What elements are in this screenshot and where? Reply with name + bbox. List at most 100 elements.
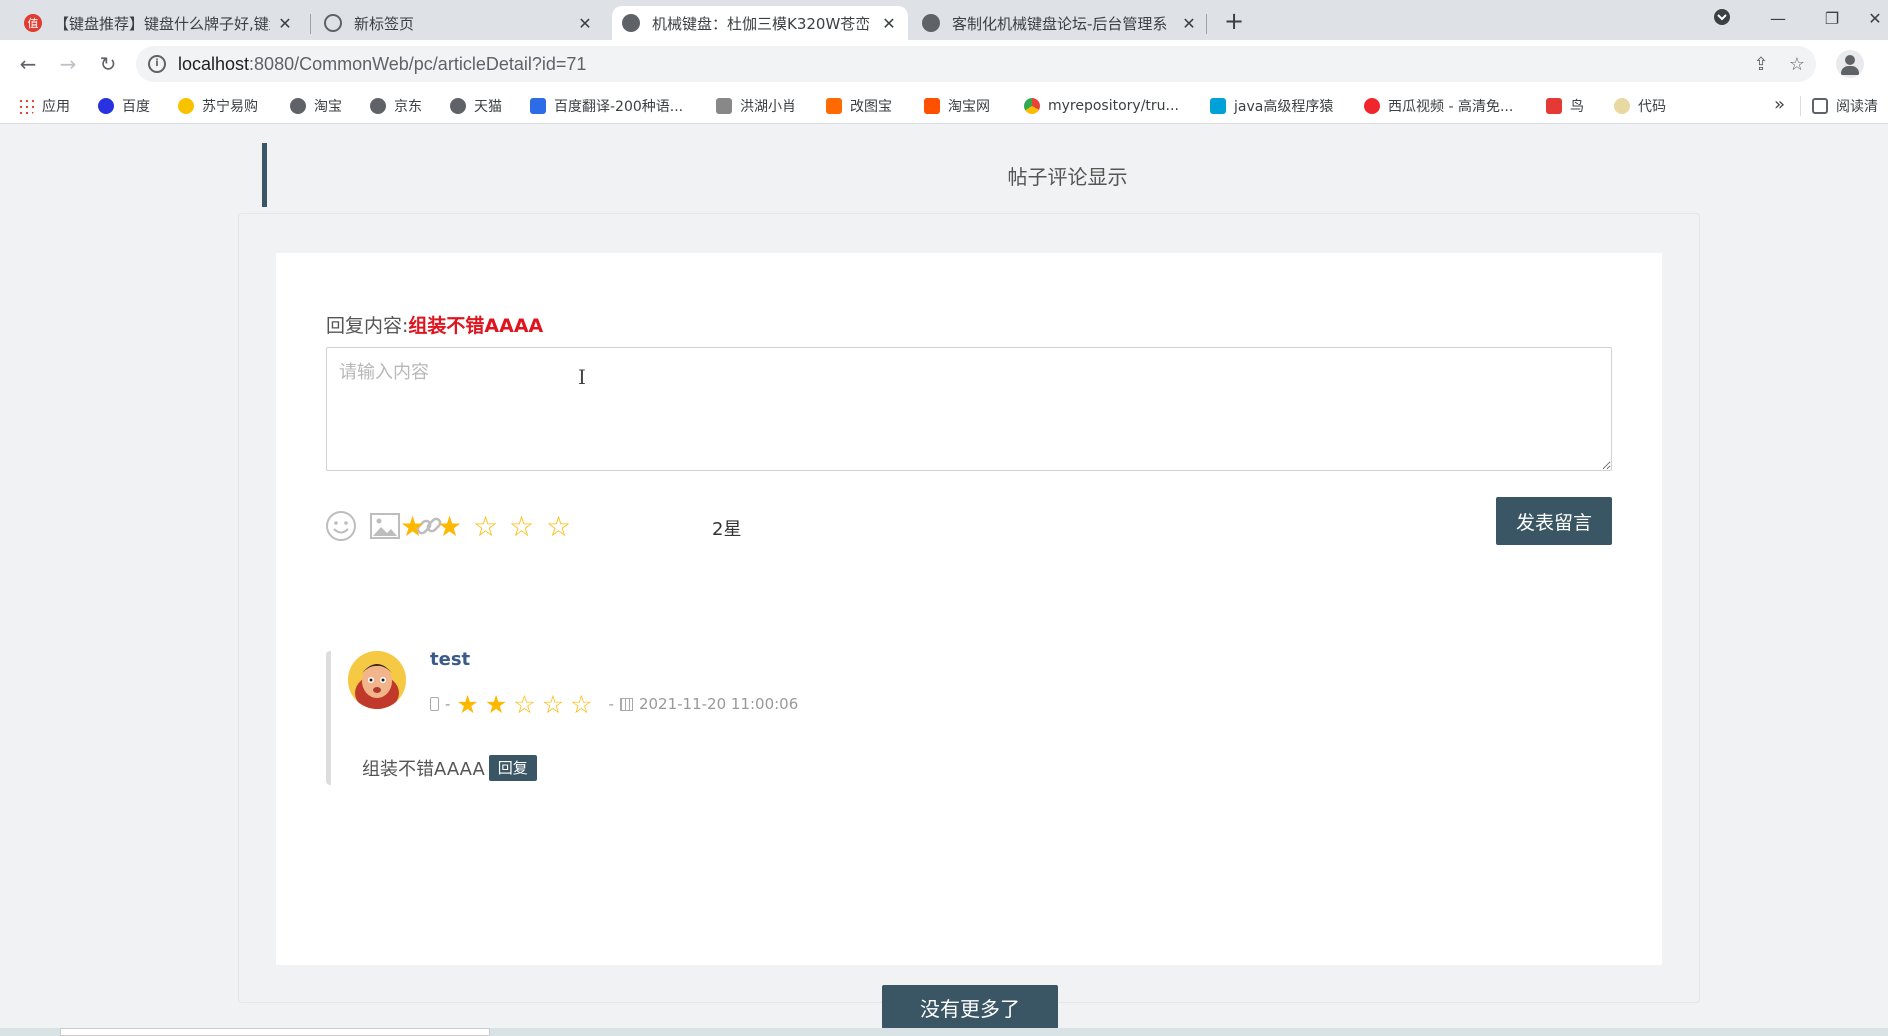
browser-tab[interactable]: 值 【键盘推荐】键盘什么牌子好,键盘 ✕ (14, 6, 304, 40)
bookmark-gaitubao[interactable]: 改图宝 (826, 96, 892, 116)
more-bookmarks-icon[interactable]: » (1774, 94, 1785, 115)
close-tab-icon[interactable]: ✕ (880, 14, 898, 33)
bookmark-tmall[interactable]: 天猫 (450, 96, 502, 116)
bookmark-code[interactable]: 代码 (1614, 96, 1666, 116)
tab-search-icon[interactable] (1702, 6, 1742, 36)
code-icon (1614, 98, 1630, 114)
url-path: :8080/CommonWeb/pc/articleDetail?id=71 (249, 54, 587, 74)
bookmark-taobao[interactable]: 淘宝 (290, 96, 342, 116)
comment-star-empty: ☆ (541, 689, 565, 719)
bird-icon (1546, 98, 1562, 114)
bookmark-label: java高级程序猿 (1234, 99, 1334, 115)
close-window-icon[interactable]: ✕ (1862, 4, 1888, 34)
profile-avatar-icon[interactable] (1836, 50, 1864, 78)
bookmarks-bar: 应用 百度 苏宁易购 淘宝 京东 天猫 百度翻译-200种语... 洪湖小肖 改… (0, 88, 1888, 124)
browser-toolbar: ← → ↻ i localhost:8080/CommonWeb/pc/arti… (0, 40, 1888, 88)
url-host: localhost (178, 54, 250, 74)
close-tab-icon[interactable]: ✕ (576, 14, 594, 33)
site-info-icon[interactable]: i (148, 55, 166, 73)
comment-text: 组装不错AAAA (362, 759, 485, 780)
user-avatar[interactable] (348, 651, 406, 709)
comment-star-empty: ☆ (513, 689, 536, 719)
bookmark-label: 百度翻译-200种语... (554, 99, 684, 115)
close-tab-icon[interactable]: ✕ (1180, 14, 1198, 33)
suning-icon (178, 98, 194, 114)
rating-star-filled[interactable]: ★ (437, 513, 462, 541)
comment-input[interactable] (326, 347, 1612, 471)
bookmark-label: 淘宝 (314, 99, 342, 115)
xigua-icon (1364, 98, 1380, 114)
comment-meta: - ★ ★ ☆ ☆ ☆ - 2021-11-20 11:00:06 (430, 689, 798, 719)
chrome-icon (1024, 98, 1040, 114)
bird-icon (716, 98, 732, 114)
bookmark-baidu-translate[interactable]: 百度翻译-200种语... (530, 96, 683, 116)
comment-star-filled: ★ (456, 689, 479, 719)
bookmark-label: myrepository/tru... (1048, 98, 1179, 114)
image-icon[interactable] (368, 509, 402, 543)
chrome-favicon-icon (324, 14, 342, 32)
share-icon[interactable]: ⇪ (1750, 54, 1772, 76)
tab-title: 新标签页 (354, 14, 415, 33)
comment-star-filled: ★ (484, 689, 508, 719)
url-text[interactable]: localhost:8080/CommonWeb/pc/articleDetai… (178, 54, 586, 75)
comment-body: 组装不错AAAA 回复 (362, 755, 537, 781)
back-icon[interactable]: ← (14, 50, 42, 78)
bookmark-label: 应用 (42, 99, 70, 115)
rating-star-filled[interactable]: ★ (400, 513, 425, 541)
browser-tab[interactable]: 客制化机械键盘论坛-后台管理系 ✕ (912, 6, 1208, 40)
tab-divider (310, 14, 311, 34)
bookmark-honghu[interactable]: 洪湖小肖 (716, 96, 796, 116)
browser-tab[interactable]: 新标签页 ✕ (314, 6, 604, 40)
bookmark-baidu[interactable]: 百度 (98, 96, 150, 116)
globe-icon (622, 14, 640, 32)
close-tab-icon[interactable]: ✕ (276, 14, 294, 33)
comment-time: 2021-11-20 11:00:06 (638, 695, 799, 713)
bookmark-myrepository[interactable]: myrepository/tru... (1024, 96, 1179, 116)
meta-dash: - (445, 695, 451, 713)
bookmark-label: 洪湖小肖 (740, 99, 796, 115)
bookmark-star-icon[interactable]: ☆ (1786, 54, 1808, 76)
comment-star-empty: ☆ (570, 689, 593, 719)
smzdm-favicon-icon: 值 (24, 14, 42, 32)
minimize-icon[interactable]: — (1758, 4, 1798, 34)
bookmark-jd[interactable]: 京东 (370, 96, 422, 116)
emoji-icon[interactable] (324, 509, 358, 543)
bookmark-java[interactable]: java高级程序猿 (1210, 96, 1333, 116)
device-icon (430, 697, 439, 711)
reply-target-text: 组装不错AAAA (408, 315, 544, 337)
bookmark-xigua[interactable]: 西瓜视频 - 高清免... (1364, 96, 1513, 116)
bookmark-label: 淘宝网 (948, 99, 990, 115)
comment-username[interactable]: test (430, 649, 470, 670)
tab-divider (1206, 14, 1207, 34)
apps-grid-icon (18, 98, 34, 114)
rating-star-empty[interactable]: ☆ (473, 513, 498, 541)
post-comment-button[interactable]: 发表留言 (1496, 497, 1612, 545)
bookmark-label: 鸟 (1570, 99, 1584, 115)
restore-icon[interactable]: ❐ (1812, 4, 1852, 34)
no-more-button[interactable]: 没有更多了 (882, 985, 1058, 1029)
comment-card: 回复内容:组装不错AAAA I ★ ★ ☆ ☆ ☆ 2星 发表留言 (276, 253, 1662, 1029)
forward-icon[interactable]: → (54, 50, 82, 78)
browser-tab-active[interactable]: 机械键盘：杜伽三模K320W苍峦 ✕ (612, 6, 908, 40)
translate-icon (530, 98, 546, 114)
bookmark-suning[interactable]: 苏宁易购 (178, 96, 258, 116)
gaitubao-icon (826, 98, 842, 114)
reply-button[interactable]: 回复 (488, 755, 537, 781)
bilibili-icon (1210, 98, 1226, 114)
meta-dash: - (608, 695, 614, 713)
rating-star-empty[interactable]: ☆ (509, 513, 534, 541)
new-tab-button[interactable]: + (1220, 8, 1248, 36)
bookmark-label: 天猫 (474, 99, 502, 115)
taobao-icon (924, 98, 940, 114)
rating-star-empty[interactable]: ☆ (546, 513, 571, 541)
bookmark-bird[interactable]: 鸟 (1546, 96, 1584, 116)
bookmark-reading-list[interactable]: 阅读清 (1812, 96, 1878, 116)
reload-icon[interactable]: ↻ (94, 50, 122, 78)
calendar-icon (619, 697, 633, 711)
bookmark-taobao-net[interactable]: 淘宝网 (924, 96, 990, 116)
bookmark-apps[interactable]: 应用 (18, 96, 70, 116)
bookmark-label: 苏宁易购 (202, 99, 258, 115)
globe-icon (370, 98, 386, 114)
address-bar[interactable]: i localhost:8080/CommonWeb/pc/articleDet… (136, 46, 1816, 82)
text-cursor-icon: I (578, 365, 586, 389)
